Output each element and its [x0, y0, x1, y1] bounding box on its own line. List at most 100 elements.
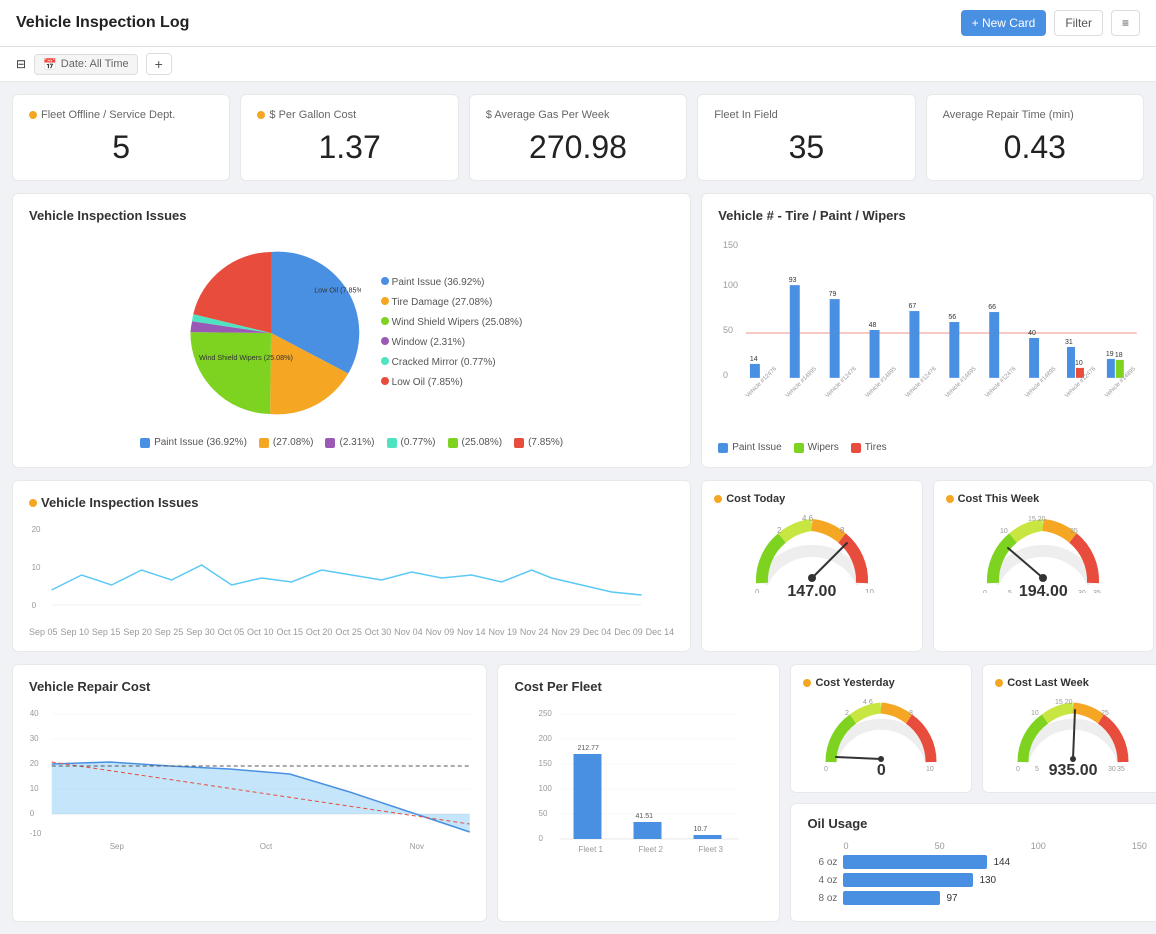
svg-text:-10: -10 — [30, 829, 42, 838]
svg-text:8: 8 — [909, 710, 913, 717]
svg-text:10: 10 — [30, 784, 39, 793]
svg-text:15 20: 15 20 — [1028, 516, 1046, 523]
vehicle-line-card: Vehicle Inspection Issues 20 10 0 Sep 05… — [12, 480, 691, 652]
vehicle-repair-chart: 40 30 20 10 0 -10 — [29, 704, 470, 854]
kpi-fleet-offline: Fleet Offline / Service Dept. 5 — [12, 94, 230, 181]
new-card-button[interactable]: + New Card — [961, 10, 1047, 36]
svg-text:30: 30 — [30, 734, 39, 743]
svg-text:40: 40 — [1028, 330, 1036, 337]
svg-text:14: 14 — [750, 356, 758, 363]
svg-text:5: 5 — [1035, 766, 1039, 772]
vehicle-bar-chart: 150 100 50 0 14 93 79 48 — [718, 233, 1137, 433]
svg-text:0: 0 — [723, 370, 728, 380]
svg-text:150: 150 — [723, 240, 738, 250]
oil-bar-fill-4oz — [843, 873, 973, 887]
oil-bar-4oz: 4 oz 130 — [807, 873, 1147, 887]
svg-text:48: 48 — [869, 322, 877, 329]
svg-text:0: 0 — [30, 809, 35, 818]
cost-today-card: Cost Today 0 10 4 6 2 — [701, 480, 922, 652]
svg-text:0: 0 — [539, 834, 544, 843]
kpi-repair-time: Average Repair Time (min) 0.43 — [926, 94, 1144, 181]
date-filter[interactable]: 📅 Date: All Time — [34, 54, 138, 75]
cost-per-fleet-chart: 250 200 150 100 50 0 212.77 41.51 — [514, 704, 763, 864]
svg-text:Sep: Sep — [110, 842, 125, 851]
filter-icon: ⊟ — [16, 57, 26, 71]
pie-label-window: Window (2.31%) — [381, 333, 522, 353]
svg-text:200: 200 — [539, 734, 553, 743]
svg-text:2: 2 — [777, 526, 782, 535]
svg-text:Oct: Oct — [260, 842, 273, 851]
svg-text:56: 56 — [949, 314, 957, 321]
svg-text:66: 66 — [988, 304, 996, 311]
svg-text:15 20: 15 20 — [1055, 699, 1073, 706]
filter-button[interactable]: Filter — [1054, 10, 1103, 36]
kpi-row: Fleet Offline / Service Dept. 5 $ Per Ga… — [12, 94, 1144, 181]
legend-paint: Paint Issue (36.92%) — [140, 437, 247, 448]
pie-label-mirror: Cracked Mirror (0.77%) — [381, 353, 522, 373]
vehicle-line-chart: 20 10 0 — [29, 520, 674, 620]
svg-text:2: 2 — [845, 710, 849, 717]
svg-text:Fleet 3: Fleet 3 — [699, 845, 724, 854]
cost-per-fleet-card: Cost Per Fleet 250 200 150 100 50 0 212.… — [497, 664, 780, 922]
vehicle-bar-card: Vehicle # - Tire / Paint / Wipers 150 10… — [701, 193, 1154, 468]
svg-text:30: 30 — [1078, 590, 1086, 593]
svg-text:10: 10 — [1031, 710, 1039, 717]
legend-oil: (7.85%) — [514, 437, 563, 448]
svg-text:25: 25 — [1101, 710, 1109, 717]
svg-text:0: 0 — [1016, 766, 1020, 772]
svg-text:100: 100 — [539, 784, 553, 793]
legend-tire: (27.08%) — [259, 437, 314, 448]
svg-text:Nov: Nov — [410, 842, 424, 851]
oil-usage-card: Oil Usage 050100150 6 oz 144 4 oz 130 8 … — [790, 803, 1156, 922]
svg-text:212.77: 212.77 — [578, 745, 600, 752]
cost-yesterday-card: Cost Yesterday 0 10 4 6 2 8 — [790, 664, 972, 793]
legend-bar-tires: Tires — [851, 442, 887, 453]
svg-text:0: 0 — [755, 588, 760, 593]
svg-text:4 6: 4 6 — [863, 699, 873, 706]
inspection-issues-pie-card: Vehicle Inspection Issues — [12, 193, 691, 468]
svg-text:40: 40 — [30, 709, 39, 718]
pie-label-oil: Low Oil (7.85%) — [381, 373, 522, 393]
svg-text:Wind Shield Wipers (25.08%): Wind Shield Wipers (25.08%) — [199, 353, 293, 362]
menu-button[interactable]: ≡ — [1111, 10, 1140, 36]
pie-label-wipers: Wind Shield Wipers (25.08%) — [381, 313, 522, 333]
svg-text:31: 31 — [1065, 339, 1073, 346]
svg-text:50: 50 — [723, 325, 733, 335]
cost-this-week-gauge: 0 35 15 20 10 25 5 30 — [978, 513, 1108, 593]
legend-bar-paint: Paint Issue — [718, 442, 781, 453]
svg-text:10.7: 10.7 — [694, 826, 708, 833]
svg-text:20: 20 — [30, 759, 39, 768]
cost-last-week-card: Cost Last Week 0 35 15 20 10 25 — [982, 664, 1156, 793]
header: Vehicle Inspection Log + New Card Filter… — [0, 0, 1156, 82]
vehicle-repair-cost-card: Vehicle Repair Cost 40 30 20 10 0 -10 — [12, 664, 487, 922]
svg-text:93: 93 — [789, 277, 797, 284]
svg-text:100: 100 — [723, 280, 738, 290]
svg-text:8: 8 — [840, 526, 845, 535]
svg-text:Low Oil (7.85%): Low Oil (7.85%) — [314, 286, 361, 295]
svg-text:4 6: 4 6 — [802, 514, 814, 523]
pie-chart: Low Oil (7.85%) Wind Shield Wipers (25.0… — [181, 243, 361, 423]
svg-text:0: 0 — [983, 590, 987, 593]
svg-text:79: 79 — [829, 291, 837, 298]
svg-text:30: 30 — [1108, 766, 1116, 772]
svg-text:0: 0 — [32, 601, 37, 610]
kpi-fleet-field: Fleet In Field 35 — [697, 94, 915, 181]
svg-text:50: 50 — [539, 809, 548, 818]
svg-text:41.51: 41.51 — [636, 813, 654, 820]
svg-text:250: 250 — [539, 709, 553, 718]
svg-text:10: 10 — [1000, 528, 1008, 535]
legend-mirror: (0.77%) — [387, 437, 436, 448]
svg-text:Fleet 2: Fleet 2 — [639, 845, 664, 854]
svg-text:35: 35 — [1093, 590, 1101, 593]
svg-text:0: 0 — [824, 766, 828, 772]
legend-bar-wipers: Wipers — [794, 442, 839, 453]
cost-yesterday-gauge: 0 10 4 6 2 8 — [821, 697, 941, 772]
add-filter-button[interactable]: + — [146, 53, 172, 75]
svg-text:10: 10 — [32, 563, 41, 572]
oil-bar-fill-6oz — [843, 855, 987, 869]
cost-last-week-gauge: 0 35 15 20 10 25 5 30 — [1013, 697, 1133, 772]
svg-text:10: 10 — [926, 766, 934, 772]
svg-text:10: 10 — [865, 588, 874, 593]
oil-bar-8oz: 8 oz 97 — [807, 891, 1147, 905]
svg-text:Fleet 1: Fleet 1 — [579, 845, 604, 854]
